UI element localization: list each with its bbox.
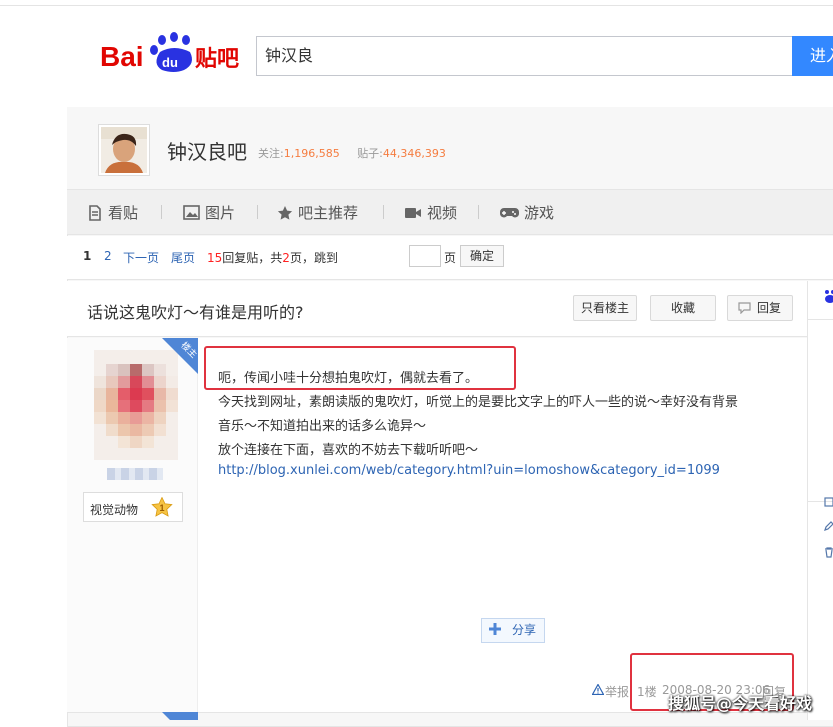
level-star-icon: 1 bbox=[151, 497, 173, 517]
highlight-box-text bbox=[204, 346, 516, 390]
post-label: 贴子: bbox=[357, 147, 383, 160]
right-sidebar bbox=[807, 281, 833, 720]
svg-text:Bai: Bai bbox=[100, 41, 144, 72]
only-author-button[interactable]: 只看楼主 bbox=[573, 295, 637, 321]
search-button[interactable]: 进入 bbox=[792, 36, 833, 76]
report-link[interactable]: 举报 bbox=[605, 683, 629, 700]
last-page-link[interactable]: 尾页 bbox=[171, 249, 195, 266]
forum-stats: 关注:1,196,585 贴子:44,346,393 bbox=[258, 145, 446, 161]
tab-label: 游戏 bbox=[524, 204, 555, 222]
page-current: 1 bbox=[83, 249, 92, 263]
svg-text:贴吧: 贴吧 bbox=[195, 46, 239, 72]
next-post-corner-tag bbox=[162, 712, 198, 720]
louzhu-corner-tag: 楼主 bbox=[162, 338, 198, 374]
reply-summary: 15回复贴，共2页，跳到 bbox=[207, 249, 338, 266]
thread-title-bar: 话说这鬼吹灯～有谁是用听的? 只看楼主 收藏 回复 bbox=[67, 281, 807, 337]
reply-button-label: 回复 bbox=[756, 301, 781, 315]
reply-count: 15 bbox=[207, 251, 223, 265]
post-line: 音乐～不知道拍出来的话多么诡异～ bbox=[218, 419, 427, 434]
thread-title: 话说这鬼吹灯～有谁是用听的? bbox=[87, 303, 304, 322]
page-jump-confirm-button[interactable]: 确定 bbox=[460, 245, 504, 267]
page-link-2[interactable]: 2 bbox=[104, 249, 112, 263]
sidebar-divider bbox=[808, 319, 833, 320]
post-line: 今天找到网址，素朗读版的鬼吹灯，听觉上的是要比文字上的吓人一些的说～幸好没有背景 bbox=[218, 395, 739, 410]
page-total: 2 bbox=[282, 251, 290, 265]
baidu-tieba-logo[interactable]: Bai du 贴吧 bbox=[100, 30, 240, 74]
star-icon bbox=[277, 205, 293, 220]
nav-divider bbox=[478, 205, 479, 219]
tab-label: 视频 bbox=[427, 204, 458, 222]
tab-label: 吧主推荐 bbox=[298, 204, 359, 222]
gamepad-icon bbox=[500, 207, 519, 217]
edit-icon bbox=[824, 497, 833, 507]
paw-icon bbox=[825, 290, 833, 303]
reply-label: 回复贴，共 bbox=[222, 251, 283, 265]
pagination-bar: 1 2 下一页 尾页 15回复贴，共2页，跳到 页 确定 bbox=[67, 236, 833, 280]
page-suffix: 页，跳到 bbox=[289, 251, 338, 265]
post-count: 44,346,393 bbox=[382, 147, 446, 160]
reply-button[interactable]: 回复 bbox=[727, 295, 793, 321]
warning-icon bbox=[592, 684, 604, 695]
author-name-blurred[interactable] bbox=[107, 468, 163, 480]
level-number: 1 bbox=[159, 503, 164, 513]
post-line: 放个连接在下面，喜欢的不妨去下载听听吧～ bbox=[218, 443, 479, 458]
plus-icon bbox=[489, 623, 501, 635]
badge-label: 视觉动物 bbox=[90, 503, 139, 517]
collect-button[interactable]: 收藏 bbox=[650, 295, 716, 321]
page-unit: 页 bbox=[444, 251, 457, 265]
forum-avatar[interactable] bbox=[98, 124, 150, 176]
trash-icon bbox=[825, 547, 833, 558]
tab-label: 图片 bbox=[205, 204, 236, 222]
comment-icon bbox=[738, 302, 751, 314]
tab-label: 看贴 bbox=[108, 204, 139, 222]
post-link[interactable]: http://blog.xunlei.com/web/category.html… bbox=[218, 463, 720, 478]
document-icon bbox=[89, 204, 101, 221]
watermark: 搜狐号@今天看好戏 bbox=[668, 694, 813, 713]
follow-count: 1,196,585 bbox=[283, 147, 340, 160]
nav-divider bbox=[257, 205, 258, 219]
nav-divider bbox=[383, 205, 384, 219]
search-input[interactable]: 钟汉良 bbox=[256, 36, 793, 76]
tab-posts[interactable]: 看贴 bbox=[87, 202, 138, 223]
page-jump-input[interactable] bbox=[409, 245, 441, 267]
tab-video[interactable]: 视频 bbox=[404, 202, 457, 223]
tab-featured[interactable]: 吧主推荐 bbox=[277, 202, 358, 223]
tab-games[interactable]: 游戏 bbox=[500, 202, 554, 223]
top-border bbox=[0, 0, 833, 6]
pencil-icon bbox=[824, 521, 833, 531]
follow-label: 关注: bbox=[258, 147, 284, 160]
next-page-link[interactable]: 下一页 bbox=[123, 249, 159, 266]
video-camera-icon bbox=[405, 207, 421, 218]
tab-images[interactable]: 图片 bbox=[183, 202, 235, 223]
svg-text:du: du bbox=[162, 55, 178, 70]
image-icon bbox=[183, 205, 200, 220]
nav-divider bbox=[161, 205, 162, 219]
forum-name[interactable]: 钟汉良吧 bbox=[167, 136, 247, 165]
